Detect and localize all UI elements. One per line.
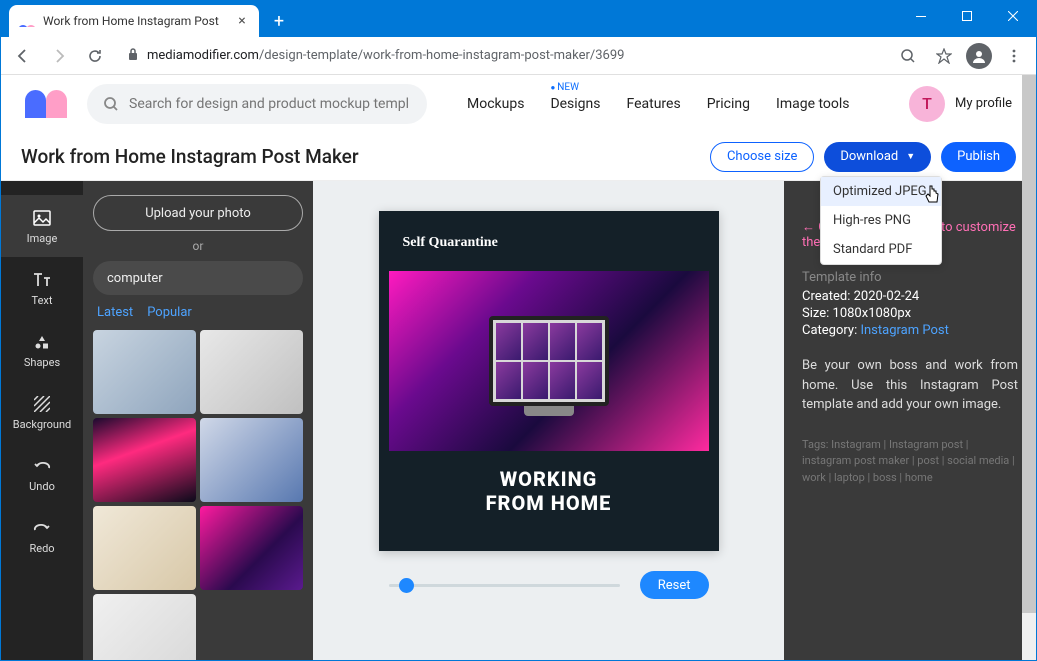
page-actions: Choose size Download▼ Publish Optimized … <box>710 142 1016 172</box>
profile-label: My profile <box>955 96 1012 111</box>
sidebar-shapes[interactable]: Shapes <box>1 319 83 381</box>
sidebar-undo[interactable]: Undo <box>1 443 83 505</box>
address-bar: mediamodifier.com/design-template/work-f… <box>1 37 1036 75</box>
image-panel: Upload your photo or Latest Popular <box>83 181 313 660</box>
zoom-row: Reset <box>389 571 709 599</box>
nav-features[interactable]: Features <box>627 96 681 112</box>
profile-avatar: T <box>909 86 945 122</box>
category-link[interactable]: Instagram Post <box>860 323 948 338</box>
reset-button[interactable]: Reset <box>640 571 709 599</box>
url-text: mediamodifier.com/design-template/work-f… <box>147 48 876 63</box>
size-line: Size: 1080x1080px <box>802 306 1018 321</box>
thumbnail[interactable] <box>200 418 303 502</box>
download-button[interactable]: Download▼ <box>824 142 931 172</box>
reload-button[interactable] <box>81 42 109 70</box>
sidebar-text[interactable]: Text <box>1 257 83 319</box>
nav-pricing[interactable]: Pricing <box>707 96 750 112</box>
shapes-icon <box>32 332 52 352</box>
preview-photo <box>389 271 709 451</box>
favicon <box>19 13 35 29</box>
bookmark-icon[interactable] <box>930 42 958 70</box>
thumbnail[interactable] <box>93 330 196 414</box>
nav-designs[interactable]: NEWDesigns <box>550 96 600 112</box>
thumbnail[interactable] <box>93 506 196 590</box>
new-tab-button[interactable]: + <box>265 7 293 35</box>
zoom-slider[interactable] <box>389 584 620 587</box>
thumbnail[interactable] <box>200 330 303 414</box>
redo-icon <box>32 518 52 538</box>
thumbnail[interactable] <box>200 506 303 590</box>
sidebar-image[interactable]: Image <box>1 195 83 257</box>
template-info-heading: Template info <box>802 270 1018 285</box>
tab-title: Work from Home Instagram Post <box>43 14 227 28</box>
maximize-button[interactable] <box>944 1 990 31</box>
category-line: Category: Instagram Post <box>802 323 1018 338</box>
minimize-button[interactable] <box>898 1 944 31</box>
preview-monitor <box>489 316 609 406</box>
vertical-scrollbar[interactable] <box>1022 181 1036 660</box>
upload-photo-button[interactable]: Upload your photo <box>93 195 303 231</box>
image-grid <box>93 330 303 660</box>
chrome-profile-icon[interactable] <box>966 43 992 69</box>
lock-icon <box>127 47 139 65</box>
page-title: Work from Home Instagram Post Maker <box>21 145 359 168</box>
slider-thumb[interactable] <box>399 578 414 593</box>
created-line: Created: 2020-02-24 <box>802 289 1018 304</box>
design-preview[interactable]: Self Quarantine WORKING FROM HOME <box>379 211 719 551</box>
preview-quarantine-text: Self Quarantine <box>403 235 498 251</box>
thumbnail[interactable] <box>93 418 196 502</box>
dropdown-highres-png[interactable]: High-res PNG <box>821 206 941 235</box>
menu-icon[interactable] <box>1000 42 1028 70</box>
template-tags: Tags: Instagram | Instagram post | insta… <box>802 437 1018 487</box>
cursor-icon <box>924 184 942 208</box>
thumbnail[interactable] <box>93 594 196 660</box>
forward-button[interactable] <box>45 42 73 70</box>
zoom-icon[interactable] <box>894 42 922 70</box>
filter-popular[interactable]: Popular <box>147 305 192 320</box>
background-icon <box>32 394 52 414</box>
text-icon <box>32 270 52 290</box>
window-controls <box>898 1 1036 31</box>
browser-titlebar: Work from Home Instagram Post × + <box>1 1 1036 37</box>
back-button[interactable] <box>9 42 37 70</box>
close-window-button[interactable] <box>990 1 1036 31</box>
image-icon <box>32 208 52 228</box>
search-icon <box>103 96 119 112</box>
undo-icon <box>32 456 52 476</box>
dropdown-standard-pdf[interactable]: Standard PDF <box>821 235 941 264</box>
sidebar-redo[interactable]: Redo <box>1 505 83 567</box>
site-header: Mockups NEWDesigns Features Pricing Imag… <box>1 75 1036 133</box>
publish-button[interactable]: Publish <box>941 142 1016 172</box>
left-sidebar: Image Text Shapes Background Undo Redo <box>1 181 83 660</box>
preview-headline: WORKING FROM HOME <box>379 467 719 515</box>
main-search[interactable] <box>87 84 427 124</box>
new-badge: NEW <box>550 82 579 93</box>
filter-latest[interactable]: Latest <box>97 305 133 320</box>
logo[interactable] <box>25 90 67 118</box>
template-description: Be your own boss and work from home. Use… <box>802 356 1018 415</box>
browser-tab[interactable]: Work from Home Instagram Post × <box>9 5 259 37</box>
sidebar-background[interactable]: Background <box>1 381 83 443</box>
choose-size-button[interactable]: Choose size <box>710 142 814 172</box>
image-search-input[interactable] <box>93 261 303 295</box>
page-bar: Work from Home Instagram Post Maker Choo… <box>1 133 1036 181</box>
or-divider: or <box>93 239 303 253</box>
canvas-area: Self Quarantine WORKING FROM HOME Reset <box>313 181 784 660</box>
image-filters: Latest Popular <box>97 305 299 320</box>
caret-down-icon: ▼ <box>906 151 915 162</box>
dropdown-optimized-jpeg[interactable]: Optimized JPEG <box>821 177 941 206</box>
scrollbar-thumb[interactable] <box>1022 181 1036 613</box>
nav-image-tools[interactable]: Image tools <box>776 96 850 112</box>
main-search-input[interactable] <box>129 96 411 112</box>
url-field[interactable]: mediamodifier.com/design-template/work-f… <box>117 47 886 65</box>
nav-mockups[interactable]: Mockups <box>467 96 524 112</box>
nav-links: Mockups NEWDesigns Features Pricing Imag… <box>467 96 850 112</box>
profile-area[interactable]: T My profile <box>909 86 1012 122</box>
close-icon[interactable]: × <box>235 14 249 28</box>
